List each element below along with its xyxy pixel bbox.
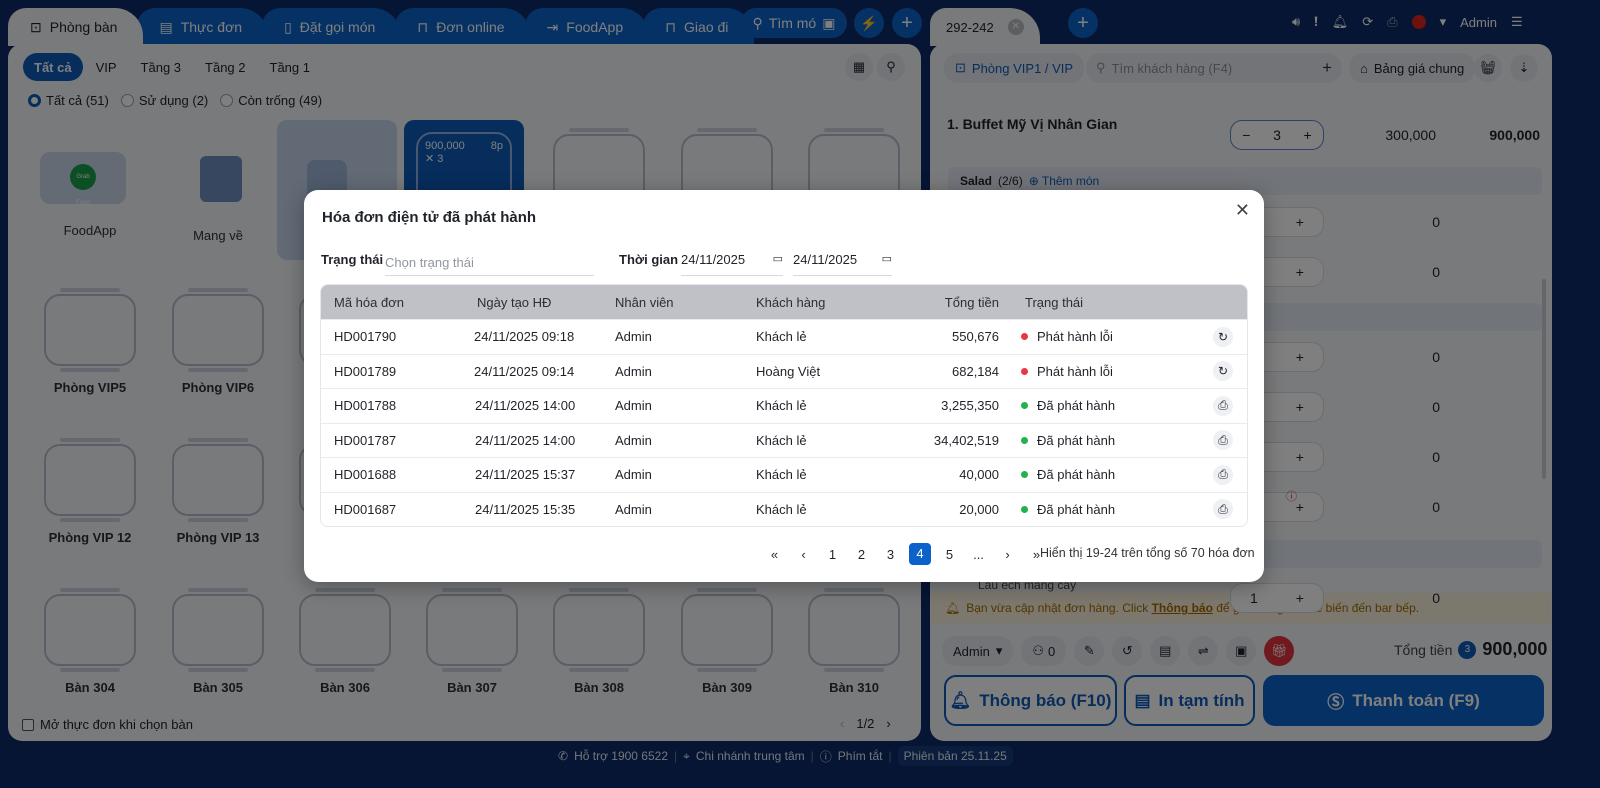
modal-title: Hóa đơn điện tử đã phát hành bbox=[322, 209, 537, 226]
retry-issue-button[interactable]: ↻ bbox=[1213, 361, 1233, 382]
printer-icon: ⎙ bbox=[1218, 432, 1228, 447]
print-invoice-button[interactable]: ⎙ bbox=[1213, 499, 1233, 520]
status-cell: Đã phát hành bbox=[999, 467, 1179, 482]
page-button[interactable]: ... bbox=[964, 547, 993, 562]
status-dot bbox=[1021, 367, 1028, 375]
invoice-table: Mã hóa đơn Ngày tạo HĐ Nhân viên Khách h… bbox=[320, 284, 1248, 527]
print-invoice-button[interactable]: ⎙ bbox=[1213, 464, 1233, 485]
table-row: HD001687 24/11/2025 15:35 Admin Khách lẻ 20,… bbox=[321, 491, 1247, 527]
table-header: Mã hóa đơn Ngày tạo HĐ Nhân viên Khách h… bbox=[321, 285, 1247, 319]
printer-icon: ⎙ bbox=[1218, 398, 1228, 413]
status-cell: Đã phát hành bbox=[999, 502, 1179, 517]
pagination-summary: Hiển thị 19-24 trên tổng số 70 hóa đơn bbox=[1040, 546, 1255, 560]
close-icon[interactable]: ✕ bbox=[1235, 200, 1250, 221]
date-to-input[interactable]: 24/11/2025 ▭ bbox=[793, 252, 892, 276]
print-invoice-button[interactable]: ⎙ bbox=[1213, 395, 1233, 416]
printer-icon: ⎙ bbox=[1218, 467, 1228, 482]
date-from-input[interactable]: 24/11/2025 ▭ bbox=[681, 252, 783, 276]
page-button[interactable]: 5 bbox=[935, 547, 964, 562]
table-row: HD001688 24/11/2025 15:37 Admin Khách lẻ 40,… bbox=[321, 457, 1247, 492]
print-invoice-button[interactable]: ⎙ bbox=[1213, 430, 1233, 451]
page-button[interactable]: 2 bbox=[847, 547, 876, 562]
next-page-icon[interactable]: › bbox=[993, 547, 1022, 562]
status-cell: Đã phát hành bbox=[999, 433, 1179, 448]
status-select[interactable]: Chọn trạng thái bbox=[385, 252, 594, 276]
status-dot bbox=[1021, 402, 1028, 410]
printer-icon: ⎙ bbox=[1218, 501, 1228, 516]
status-dot bbox=[1021, 436, 1028, 444]
pagination: «‹ 1 2 3 4 5... ›» bbox=[760, 543, 1051, 565]
status-cell: Phát hành lỗi bbox=[999, 329, 1179, 344]
calendar-icon: ▭ bbox=[881, 253, 892, 265]
page-button[interactable]: 4 bbox=[909, 543, 931, 565]
table-row: HD001789 24/11/2025 09:14 Admin Hoàng Việt 6… bbox=[321, 353, 1247, 389]
calendar-icon: ▭ bbox=[772, 253, 783, 265]
status-dot bbox=[1021, 333, 1028, 341]
table-row: HD001790 24/11/2025 09:18 Admin Khách lẻ 550… bbox=[321, 319, 1247, 354]
status-dot bbox=[1021, 471, 1028, 479]
status-cell: Phát hành lỗi bbox=[999, 364, 1179, 379]
status-dot bbox=[1021, 505, 1028, 513]
prev-page-icon[interactable]: ‹ bbox=[789, 547, 818, 562]
page-button[interactable]: 1 bbox=[818, 547, 847, 562]
einvoice-modal: Hóa đơn điện tử đã phát hành ✕ Trạng thá… bbox=[304, 190, 1264, 582]
retry-issue-button[interactable]: ↻ bbox=[1213, 326, 1233, 347]
refresh-icon: ↻ bbox=[1217, 329, 1229, 344]
status-cell: Đã phát hành bbox=[999, 398, 1179, 413]
first-page-icon[interactable]: « bbox=[760, 547, 789, 562]
refresh-icon: ↻ bbox=[1217, 364, 1229, 379]
table-row: HD001787 24/11/2025 14:00 Admin Khách lẻ 34,… bbox=[321, 422, 1247, 458]
table-row: HD001788 24/11/2025 14:00 Admin Khách lẻ 3,2… bbox=[321, 388, 1247, 423]
page-button[interactable]: 3 bbox=[876, 547, 905, 562]
